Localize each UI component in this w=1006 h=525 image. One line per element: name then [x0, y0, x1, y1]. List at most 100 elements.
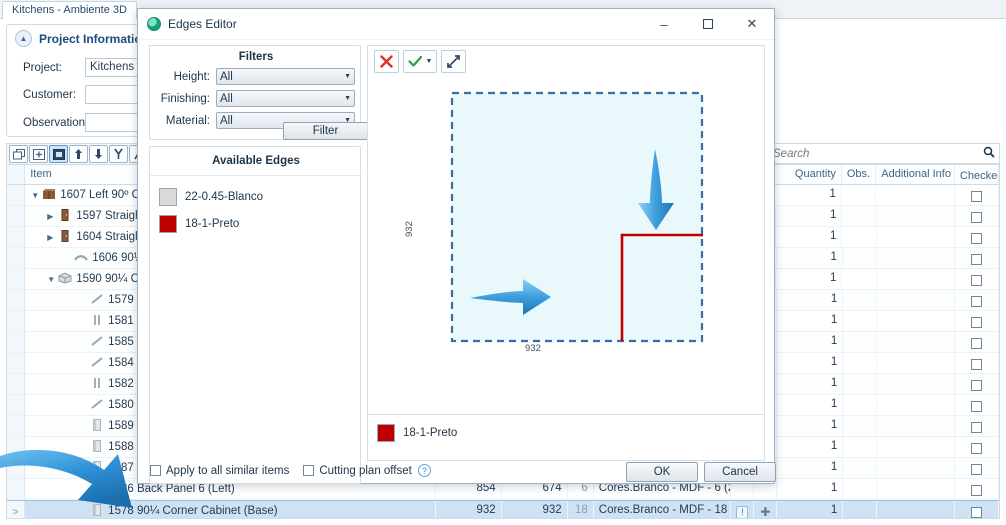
cell-additional-info[interactable] — [877, 479, 956, 499]
cell-quantity[interactable]: 1 — [776, 269, 843, 289]
cell-quantity[interactable]: 1 — [777, 311, 844, 331]
row-marker[interactable] — [7, 248, 26, 268]
search-box[interactable] — [766, 143, 1000, 164]
fit-view-button[interactable] — [441, 50, 466, 73]
tab-kitchens-ambiente-3d[interactable]: Kitchens - Ambiente 3D — [2, 1, 137, 19]
cell-quantity[interactable]: 1 — [777, 290, 844, 310]
row-marker[interactable] — [7, 416, 26, 436]
row-marker[interactable]: > — [7, 501, 26, 518]
filter-height-select[interactable]: All ▼ — [216, 68, 355, 85]
row-marker[interactable] — [7, 332, 26, 352]
cell-obs[interactable] — [843, 374, 878, 394]
cell-checked[interactable] — [955, 269, 999, 289]
split-icon[interactable] — [109, 145, 128, 163]
row-checkbox[interactable] — [971, 275, 983, 286]
header-checked[interactable]: Checked — [955, 165, 999, 184]
maximize-button[interactable] — [686, 9, 730, 39]
cell-quantity[interactable]: 1 — [775, 185, 842, 205]
row-checkbox[interactable] — [971, 443, 983, 454]
cancel-button[interactable]: Cancel — [704, 462, 776, 482]
row-marker[interactable] — [7, 206, 26, 226]
cell-item[interactable]: 1578 90¼ Corner Cabinet (Base) — [25, 501, 436, 518]
edge-preview-canvas[interactable]: 932 932 — [367, 77, 765, 415]
row-checkbox[interactable] — [971, 401, 983, 412]
cell-quantity[interactable]: 1 — [777, 374, 844, 394]
cell-additional-info[interactable] — [877, 248, 956, 268]
header-obs[interactable]: Obs. — [842, 165, 877, 184]
cell-quantity[interactable]: 1 — [776, 206, 843, 226]
cell-quantity[interactable]: 1 — [777, 416, 844, 436]
row-checkbox[interactable] — [971, 485, 983, 496]
cell-obs[interactable] — [843, 416, 878, 436]
cell-checked[interactable] — [955, 332, 999, 352]
row-marker[interactable] — [7, 290, 26, 310]
row-marker[interactable] — [7, 395, 26, 415]
cell-quantity[interactable]: 1 — [777, 458, 844, 478]
cell-quantity[interactable]: 1 — [777, 395, 844, 415]
cell-obs[interactable] — [843, 248, 878, 268]
cell-checked[interactable] — [955, 458, 999, 478]
cell-obs[interactable] — [842, 227, 877, 247]
cell-additional-info[interactable] — [877, 290, 956, 310]
cell-additional-info[interactable] — [877, 437, 956, 457]
row-marker[interactable] — [7, 311, 26, 331]
cell-additional-info[interactable] — [877, 501, 956, 518]
cell-checked[interactable] — [955, 437, 999, 457]
row-checkbox[interactable] — [971, 380, 983, 391]
cell-checked[interactable] — [955, 248, 999, 268]
expander-collapsed-icon[interactable]: ▶ — [47, 212, 58, 221]
cell-checked[interactable] — [955, 311, 999, 331]
cell-obs[interactable] — [842, 269, 877, 289]
apply-all-similar-checkbox[interactable]: Apply to all similar items — [150, 465, 289, 477]
cell-quantity[interactable]: 1 — [777, 501, 844, 518]
cell-additional-info[interactable] — [877, 269, 956, 289]
cell-additional-info[interactable] — [876, 185, 955, 205]
cell-quantity[interactable]: 1 — [776, 227, 843, 247]
cell-obs[interactable] — [843, 332, 878, 352]
cell-obs[interactable] — [843, 395, 878, 415]
row-checkbox[interactable] — [971, 212, 983, 223]
cell-checked[interactable] — [955, 416, 999, 436]
search-icon[interactable] — [983, 146, 995, 161]
cell-checked[interactable] — [955, 185, 999, 205]
cell-checked[interactable] — [955, 206, 999, 226]
cell-additional-info[interactable] — [877, 353, 956, 373]
apply-edge-button[interactable]: ▼ — [403, 50, 437, 73]
cell-height[interactable]: 932 — [502, 501, 568, 518]
checkbox-box[interactable] — [303, 465, 315, 476]
cell-additional-info[interactable] — [877, 206, 956, 226]
collapse-item-icon[interactable] — [49, 145, 68, 163]
checkbox-box[interactable] — [150, 465, 161, 476]
expander-expanded-icon[interactable]: ▼ — [47, 275, 58, 284]
cell-additional-info[interactable] — [877, 458, 956, 478]
cell-width[interactable]: 932 — [436, 501, 502, 518]
cell-obs[interactable] — [843, 501, 878, 518]
expand-all-icon[interactable] — [9, 145, 28, 163]
row-marker[interactable] — [7, 185, 26, 205]
available-edge-item-1[interactable]: 18-1-Preto — [159, 215, 239, 233]
ok-button[interactable]: OK — [626, 462, 698, 482]
cell-additional-info[interactable] — [877, 311, 956, 331]
add-item-icon[interactable] — [29, 145, 48, 163]
row-checkbox[interactable] — [971, 233, 983, 244]
clear-edges-button[interactable] — [374, 50, 399, 73]
cell-checked[interactable] — [955, 501, 999, 518]
cell-quantity[interactable]: 1 — [777, 479, 844, 499]
cell-obs[interactable] — [843, 290, 878, 310]
chevron-down-icon[interactable]: ▼ — [426, 58, 433, 65]
cell-quantity[interactable]: 1 — [777, 437, 844, 457]
cutting-plan-offset-checkbox[interactable]: Cutting plan offset — [303, 465, 412, 477]
dialog-title-bar[interactable]: Edges Editor – ✕ — [138, 9, 774, 40]
row-checkbox[interactable] — [971, 338, 983, 349]
filter-button[interactable]: Filter — [283, 122, 368, 140]
cell-obs[interactable] — [843, 458, 878, 478]
table-row[interactable]: >1578 90¼ Corner Cabinet (Base) 932 932 18 C… — [7, 500, 999, 518]
cell-additional-info[interactable] — [877, 332, 956, 352]
row-marker[interactable] — [7, 437, 26, 457]
available-edge-item-0[interactable]: 22-0.45-Blanco — [159, 188, 263, 206]
row-marker[interactable] — [7, 227, 26, 247]
row-checkbox[interactable] — [970, 191, 982, 202]
row-marker[interactable] — [7, 479, 26, 499]
cell-checked[interactable] — [955, 395, 999, 415]
warning-icon[interactable]: ! — [736, 505, 749, 518]
